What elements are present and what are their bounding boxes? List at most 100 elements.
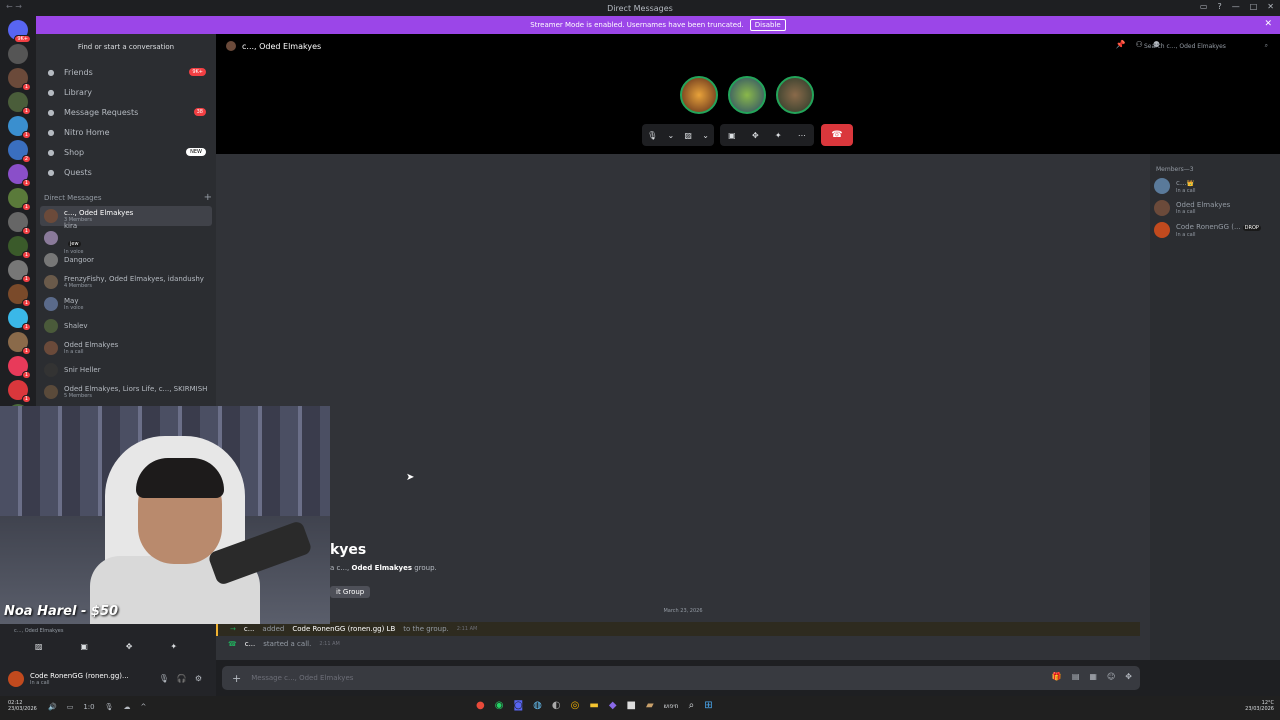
back-forward-icons[interactable]: ← → (6, 2, 22, 11)
network-icon[interactable]: ▭ (67, 703, 74, 711)
whatsapp-icon[interactable]: ◉ (495, 700, 504, 711)
server-icon[interactable]: 1 (8, 284, 31, 307)
settings-gear-icon[interactable]: ⚙ (195, 674, 202, 683)
cloud-icon[interactable]: ☁ (124, 703, 131, 711)
member-item[interactable]: Oded Elmakyes In a call (1154, 198, 1278, 218)
message-user[interactable]: c... (244, 625, 255, 633)
edit-group-button[interactable]: it Group (330, 586, 371, 598)
dm-item[interactable]: May In voice (40, 294, 212, 314)
search-icon[interactable]: ⌕ (689, 700, 695, 711)
chevron-down-icon[interactable]: ⌄ (667, 131, 674, 140)
app-icon[interactable]: ■ (627, 700, 636, 711)
minimize-button[interactable]: — (1232, 2, 1240, 11)
screen-share-icon[interactable]: ▣ (80, 642, 88, 651)
screen-share-icon[interactable]: ▣ (728, 131, 736, 140)
member-item[interactable]: c...👑 In a call (1154, 176, 1278, 196)
server-icon[interactable]: 1 (8, 260, 31, 283)
server-icon[interactable]: 1 (8, 356, 31, 379)
message-target[interactable]: Code RonenGG (ronen.gg) LB (292, 625, 395, 633)
app-icon[interactable]: ▰ (646, 700, 654, 711)
nav-item[interactable]: ● Shop NEW (40, 143, 212, 161)
server-icon[interactable]: 1 (8, 212, 31, 235)
find-conversation-button[interactable]: Find or start a conversation (40, 40, 212, 54)
close-button[interactable]: ✕ (1267, 2, 1274, 11)
server-icon[interactable]: 1 (8, 188, 31, 211)
nav-item[interactable]: ● Library (40, 83, 212, 101)
server-icon[interactable]: 1 (8, 308, 31, 331)
hang-up-button[interactable]: ☎ (821, 124, 853, 146)
nav-item[interactable]: ● Friends 9K+ (40, 63, 212, 81)
volume-icon[interactable]: 🔊 (48, 703, 57, 711)
dm-item[interactable]: Oded Elmakyes, Liors Life, c..., SKIRMIS… (40, 382, 212, 402)
apps-icon[interactable]: ✥ (1125, 672, 1132, 681)
composer-placeholder: Message c..., Oded Elmakyes (251, 674, 354, 682)
nav-item[interactable]: ● Message Requests 38 (40, 103, 212, 121)
camera-off-icon[interactable]: ▨ (35, 642, 43, 651)
windows-start-icon[interactable]: ⊞ (704, 700, 712, 711)
user-avatar[interactable] (8, 671, 24, 687)
create-dm-icon[interactable]: + (204, 192, 212, 203)
folder-icon[interactable]: ▬ (589, 700, 598, 711)
activities-icon[interactable]: ✥ (126, 642, 133, 651)
pin-icon[interactable]: 📌 (1116, 40, 1126, 49)
gif-icon[interactable]: ▤ (1072, 672, 1080, 681)
maximize-button[interactable]: □ (1250, 2, 1258, 11)
dm-item[interactable]: Snir Heller (40, 360, 212, 380)
call-participant-avatar[interactable] (680, 76, 718, 114)
avatar (1154, 200, 1170, 216)
gift-icon[interactable]: 🎁 (1052, 672, 1062, 681)
attach-plus-icon[interactable]: + (232, 672, 241, 685)
search-input[interactable]: Search c..., Oded Elmakyes ⌕ (1144, 40, 1268, 52)
server-icon[interactable]: 1 (8, 116, 31, 139)
dm-item[interactable]: kira jew In voice (40, 222, 212, 255)
mic-icon[interactable]: 🎙 (105, 703, 114, 711)
chrome-icon[interactable]: ◎ (571, 700, 580, 711)
add-friends-icon[interactable]: ⚇ (1136, 40, 1143, 49)
soundboard-icon[interactable]: ✦ (775, 131, 782, 140)
server-icon[interactable]: 1 (8, 332, 31, 355)
message-user[interactable]: c... (245, 640, 256, 648)
server-icon[interactable]: 1 (8, 380, 31, 403)
app-icon[interactable]: ◆ (609, 700, 617, 711)
close-icon[interactable]: ✕ (1264, 19, 1272, 29)
emoji-icon[interactable]: ☺ (1107, 672, 1115, 681)
chevron-down-icon[interactable]: ⌄ (702, 131, 709, 140)
game-icon[interactable]: ◐ (552, 700, 561, 711)
steam-icon[interactable]: ◍ (533, 700, 542, 711)
app-icon[interactable]: ● (476, 700, 485, 711)
server-icon[interactable]: 1 (8, 68, 31, 91)
taskbar-search[interactable]: חיפוש (664, 700, 679, 711)
voice-panel: c..., Oded Elmakyes ▨ ▣ ✥ ✦ Code RonenGG… (0, 624, 216, 696)
nav-item[interactable]: ● Quests (40, 163, 212, 181)
user-name[interactable]: Code RonenGG (ronen.gg)... (30, 672, 129, 680)
activities-icon[interactable]: ✥ (752, 131, 759, 140)
dm-item[interactable]: FrenzyFishy, Oded Elmakyes, idandushy 4 M… (40, 272, 212, 292)
call-participant-avatar[interactable] (776, 76, 814, 114)
call-participant-avatar[interactable] (728, 76, 766, 114)
inbox-icon[interactable]: ▭ (1200, 2, 1208, 11)
mute-icon[interactable]: 🎙 (159, 674, 169, 683)
server-icon[interactable]: 1 (8, 92, 31, 115)
dm-item[interactable]: Oded Elmakyes In a call (40, 338, 212, 358)
member-status: In a call (1176, 231, 1196, 238)
member-item[interactable]: Code RonenGG (... DROP In a call (1154, 220, 1278, 240)
dm-item[interactable]: Dangoor (40, 250, 212, 270)
server-icon[interactable]: 1 (8, 164, 31, 187)
server-icon[interactable]: 2 (8, 140, 31, 163)
microphone-icon[interactable]: 🎙 (647, 131, 657, 140)
soundboard-icon[interactable]: ✦ (170, 642, 177, 651)
message-composer[interactable]: + Message c..., Oded Elmakyes 🎁 ▤ ▦ ☺ ✥ (222, 666, 1140, 690)
dm-item[interactable]: Shalev (40, 316, 212, 336)
server-icon[interactable]: 1 (8, 236, 31, 259)
server-icon[interactable]: 9K+ (8, 20, 31, 43)
discord-icon[interactable]: ◙ (513, 700, 523, 711)
nav-item[interactable]: ● Nitro Home (40, 123, 212, 141)
tray-chevron-up-icon[interactable]: ^ (141, 703, 147, 711)
help-icon[interactable]: ? (1217, 2, 1221, 11)
more-icon[interactable]: ⋯ (798, 131, 806, 140)
server-icon[interactable] (8, 44, 28, 64)
sticker-icon[interactable]: ▦ (1089, 672, 1097, 681)
disable-streamer-button[interactable]: Disable (749, 19, 786, 31)
camera-off-icon[interactable]: ▨ (684, 131, 692, 140)
deafen-icon[interactable]: 🎧 (177, 674, 187, 683)
